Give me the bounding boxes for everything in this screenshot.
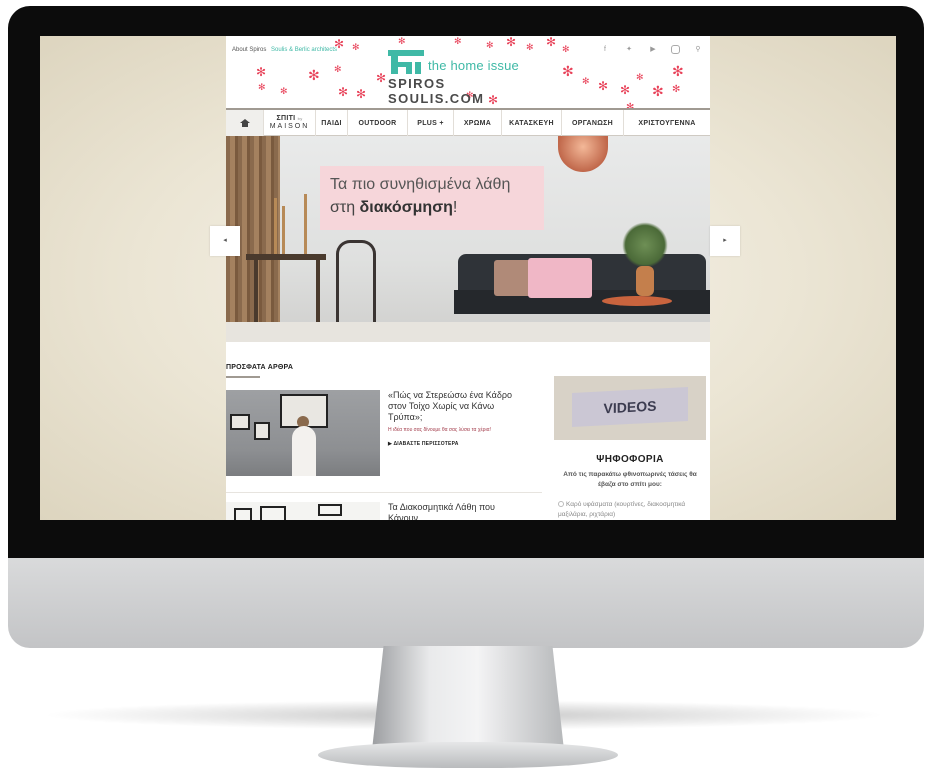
poll-question: Από τις παρακάτω φθινοπωρινές τάσεις θα … [563,471,697,488]
article-subtitle: Η ιδέα που σας δίνουμε θα σας λύσει τα χ… [388,427,491,433]
snowflake-icon: ✻ [308,68,320,84]
hero-candle [304,194,307,254]
heading-underline [226,376,260,378]
hero-candle [274,198,277,254]
facebook-icon[interactable]: f [599,44,611,56]
instagram-icon[interactable] [671,45,680,54]
architects-link[interactable]: Soulis & Berlic architects [271,47,337,53]
poll-option-label: Καρό υφάσματα (κουρτίνες, διακοσμητικά μ… [558,501,686,518]
videos-widget[interactable]: VIDEOS [554,376,706,440]
monitor-chin [8,558,924,648]
snowflake-icon: ✻ [672,84,681,95]
divider [226,492,542,493]
hero-table [246,254,326,260]
article-title[interactable]: «Πώς να Στερεώσω ένα Κάδρο στον Τοίχο Χω… [388,390,518,423]
snowflake-icon: ✻ [334,65,342,75]
top-links: About Spiros Soulis & Berlic architects [232,47,337,53]
snowflake-icon: ✻ [582,77,590,87]
videos-label: VIDEOS [572,386,688,428]
hero-lamp [558,136,608,172]
hero-side-table [602,296,672,306]
nav-organosi[interactable]: ΟΡΓΑΝΩΣΗ [562,110,624,136]
hero-floor [226,322,710,342]
nav-home[interactable] [226,110,264,136]
logo-mark-icon [388,50,424,74]
nav-spiti-by: by [297,116,303,121]
hero-title-line2: στη διακόσμηση! [330,199,458,216]
radio-button[interactable] [558,501,564,508]
poll-option[interactable]: Καρό υφάσματα (κουρτίνες, διακοσμητικά μ… [558,500,704,520]
nav-christougenna[interactable]: ΧΡΙΣΤΟΥΓΕΝΝΑ [624,110,710,136]
article-thumbnail[interactable] [226,502,380,520]
article-title[interactable]: Τα Διακοσμητικά Λάθη που Κάνουν [388,502,518,520]
hero-vase [636,266,654,296]
main-nav: ΣΠΙΤΙ by MAISON ΠΑΙΔΙ OUTDOOR PLUS + ΧΡΩ… [226,108,710,136]
about-link[interactable]: About Spiros [232,47,266,53]
monitor-base [318,742,618,768]
hero-chair [336,240,376,322]
article-text: «Πώς να Στερεώσω ένα Κάδρο στον Τοίχο Χω… [388,390,518,447]
slider-prev-button[interactable]: ◂ [210,226,240,256]
snowflake-icon: ✻ [598,79,609,93]
nav-spiti[interactable]: ΣΠΙΤΙ by MAISON [264,110,316,136]
recent-heading: ΠΡΟΣΦΑΤΑ ΑΡΘΡΑ [226,364,294,371]
hero-slider[interactable]: Τα πιο συνηθισμένα λάθη στη διακόσμηση! [226,136,710,342]
hero-title-line1: Τα πιο συνηθισμένα λάθη [330,176,511,193]
article-thumbnail[interactable] [226,390,380,476]
hero-table-leg [254,260,258,322]
social-links: f ✦ ▶ ⚲ [599,44,704,56]
logo-tagline: the home issue [428,58,519,73]
hero-table-leg [316,260,320,322]
snowflake-icon: ✻ [562,64,574,80]
nav-xroma[interactable]: ΧΡΩΜΑ [454,110,502,136]
snowflake-icon: ✻ [672,64,684,80]
web-page: ✻ ✻ ✻ ✻ ✻ ✻ ✻ ✻ ✻ ✻ ✻ ✻ ✻ ✻ ✻ ✻ ✻ ✻ ✻ ✻ … [226,36,710,520]
twitter-icon[interactable]: ✦ [623,44,635,56]
site-logo[interactable]: the home issue SPIROS SOULIS.COM [384,46,544,106]
hero-pillow [528,258,592,298]
nav-kataskevi[interactable]: ΚΑΤΑΣΚΕΥΗ [502,110,562,136]
snowflake-icon: ✻ [256,65,267,79]
logo-brand: SPIROS SOULIS.COM [388,76,485,106]
snowflake-icon: ✻ [356,87,367,101]
slider-next-button[interactable]: ▸ [710,226,740,256]
search-icon[interactable]: ⚲ [692,44,704,56]
snowflake-icon: ✻ [620,83,631,97]
hero-banner[interactable]: Τα πιο συνηθισμένα λάθη στη διακόσμηση! [320,166,544,230]
poll-title: ΨΗΦΟΦΟΡΙΑ [596,454,664,465]
nav-spiti-label: ΣΠΙΤΙ [276,115,296,122]
article-text: Τα Διακοσμητικά Λάθη που Κάνουν [388,502,518,520]
nav-paidi[interactable]: ΠΑΙΔΙ [316,110,348,136]
snowflake-icon: ✻ [636,73,644,83]
nav-plus[interactable]: PLUS + [408,110,454,136]
home-icon [239,119,250,127]
nav-outdoor[interactable]: OUTDOOR [348,110,408,136]
read-more-link[interactable]: ▶ ΔΙΑΒΑΣΤΕ ΠΕΡΙΣΣΟΤΕΡΑ [388,441,518,447]
hero-candle [282,206,285,254]
snowflake-icon: ✻ [338,85,349,99]
snowflake-icon: ✻ [652,84,664,100]
nav-spiti-maison: MAISON [269,123,310,130]
snowflake-icon: ✻ [280,87,288,97]
hero-plant [622,222,668,268]
youtube-icon[interactable]: ▶ [647,44,659,56]
snowflake-icon: ✻ [258,83,266,93]
screen: ✻ ✻ ✻ ✻ ✻ ✻ ✻ ✻ ✻ ✻ ✻ ✻ ✻ ✻ ✻ ✻ ✻ ✻ ✻ ✻ … [40,36,896,520]
monitor-stand [372,646,564,750]
